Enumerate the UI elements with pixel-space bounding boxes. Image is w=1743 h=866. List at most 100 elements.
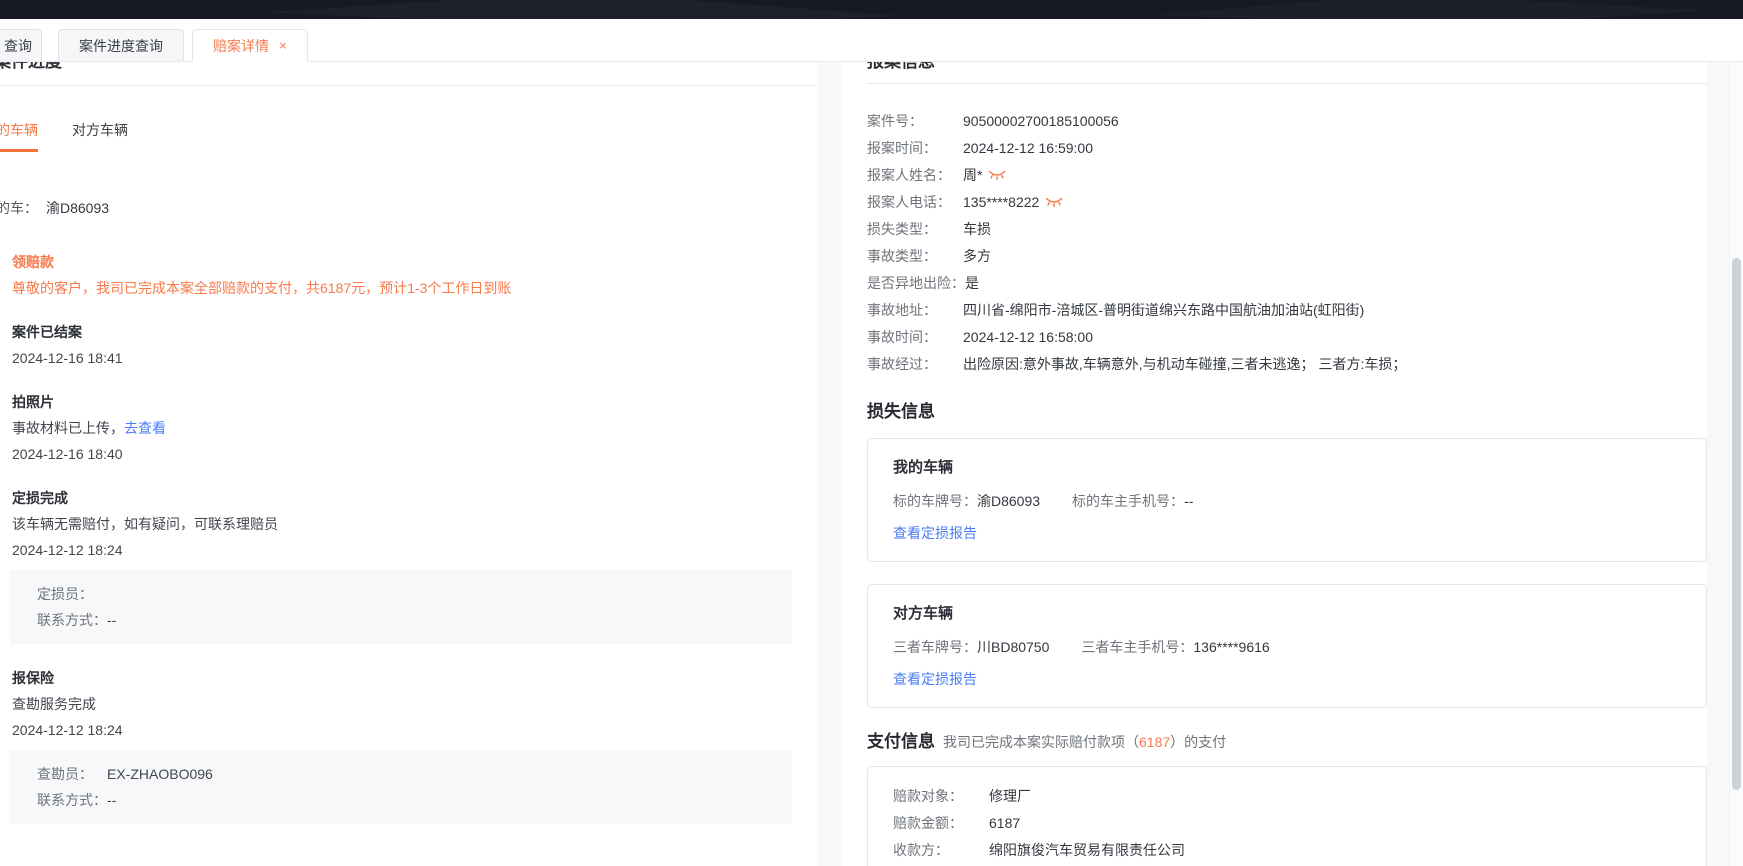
case-info-row: 事故地址：四川省-绵阳市-涪城区-普明街道绵兴东路中国航油加油站(虹阳街) xyxy=(867,297,1707,324)
card-title: 对方车辆 xyxy=(893,603,1684,625)
go-view-link[interactable]: 去查看 xyxy=(124,420,166,436)
timeline-item: 领赔款尊敬的客户，我司已完成本案全部赔款的支付，共6187元，预计1-3个工作日… xyxy=(12,252,818,298)
timeline-item-title: 领赔款 xyxy=(12,252,818,272)
timeline-item-time: 2024-12-16 18:40 xyxy=(12,444,818,464)
banner-decor-shape xyxy=(1150,0,1710,19)
timeline-item-title: 报保险 xyxy=(12,668,818,688)
payment-info-heading: 支付信息我司已完成本案实际赔付款项（6187）的支付 xyxy=(867,730,1707,754)
case-info-row: 事故时间：2024-12-12 16:58:00 xyxy=(867,324,1707,351)
case-info-value: 90500002700185100056 xyxy=(963,113,1119,129)
case-info-row: 报案人姓名：周* xyxy=(867,162,1707,189)
loss-info-title: 损失信息 xyxy=(867,402,935,421)
vehicle-tab-other[interactable]: 对方车辆 xyxy=(72,114,128,152)
detail-box-row: 联系方式：-- xyxy=(37,790,792,810)
case-info-value: 135****8222 xyxy=(963,194,1039,210)
progress-timeline: 领赔款尊敬的客户，我司已完成本案全部赔款的支付，共6187元，预计1-3个工作日… xyxy=(0,252,818,824)
card-field: 三者车牌号：川BD80750 xyxy=(893,639,1049,655)
case-info-label: 损失类型： xyxy=(867,216,963,243)
tab-case-progress[interactable]: 案件进度查询 xyxy=(58,29,184,61)
tab-case-detail[interactable]: 赔案详情× xyxy=(192,29,308,62)
payment-row-value: 6187 xyxy=(989,815,1020,831)
payment-info-subtitle: 我司已完成本案实际赔付款项（6187）的支付 xyxy=(943,734,1226,750)
case-info-row: 报案人电话：135****8222 xyxy=(867,189,1707,216)
vertical-scrollbar[interactable] xyxy=(1729,62,1743,866)
case-info-row: 事故经过：出险原因:意外事故,车辆意外,与机动车碰撞,三者未逃逸； 三者方:车损… xyxy=(867,351,1707,378)
left-panel-header: 案件进度 xyxy=(0,62,818,86)
detail-box-value: -- xyxy=(107,612,116,628)
case-info-value: 是 xyxy=(965,275,979,291)
card-field-value: 渝D86093 xyxy=(977,493,1040,509)
case-detail-panel: 报案信息 案件号：90500002700185100056报案时间：2024-1… xyxy=(842,62,1707,866)
timeline-item-detail-box: 查勘员：EX-ZHAOBO096联系方式：-- xyxy=(10,750,792,824)
case-progress-panel: 案件进度 标的车辆对方车辆 标的车： 渝D86093 领赔款尊敬的客户，我司已完成… xyxy=(0,62,818,866)
card-field: 标的车主手机号：-- xyxy=(1072,493,1193,509)
subject-vehicle-line: 标的车： 渝D86093 xyxy=(0,198,818,218)
other-vehicle-card: 对方车辆三者车牌号：川BD80750 三者车主手机号：136****9616 查看定… xyxy=(867,584,1707,708)
subject-vehicle-label: 标的车： xyxy=(0,200,38,216)
payment-row-label: 赔款对象： xyxy=(893,783,989,810)
payment-row-label: 赔款金额： xyxy=(893,810,989,837)
payment-row-label: 收款方： xyxy=(893,837,989,864)
case-info-label: 事故经过： xyxy=(867,351,963,378)
card-field: 标的车牌号：渝D86093 xyxy=(893,493,1040,509)
case-info-label: 事故类型： xyxy=(867,243,963,270)
view-loss-report-link[interactable]: 查看定损报告 xyxy=(893,523,977,543)
timeline-item: 定损完成该车辆无需赔付，如有疑问，可联系理赔员2024-12-12 18:24定… xyxy=(12,488,818,644)
payment-subtitle-prefix: 我司已完成本案实际赔付款项（ xyxy=(943,734,1139,750)
card-field: 三者车主手机号：136****9616 xyxy=(1081,639,1269,655)
case-info-label: 报案人电话： xyxy=(867,189,963,216)
card-fields: 标的车牌号：渝D86093 标的车主手机号：-- xyxy=(893,491,1684,511)
case-info-rows: 案件号：90500002700185100056报案时间：2024-12-12 … xyxy=(867,108,1707,378)
case-info-row: 案件号：90500002700185100056 xyxy=(867,108,1707,135)
timeline-item-title: 拍照片 xyxy=(12,392,818,412)
tab-bar: 查询 案件进度查询 赔案详情× xyxy=(0,19,1743,62)
case-info-row: 事故类型：多方 xyxy=(867,243,1707,270)
card-field-value: 136****9616 xyxy=(1193,639,1269,655)
case-info-row: 报案时间：2024-12-12 16:59:00 xyxy=(867,135,1707,162)
payment-card: 赔款对象：修理厂赔款金额：6187收款方：绵阳旗俊汽车贸易有限责任公司收款账户：… xyxy=(867,766,1707,866)
subject-vehicle-plate: 渝D86093 xyxy=(46,200,109,216)
panel-gutter xyxy=(818,62,842,866)
right-panel-header: 报案信息 xyxy=(867,62,1707,84)
scrollbar-thumb[interactable] xyxy=(1732,258,1741,790)
case-info-value: 车损 xyxy=(963,221,991,237)
panel-gutter xyxy=(1707,62,1729,866)
close-icon[interactable]: × xyxy=(279,39,287,52)
banner-decor-shape xyxy=(260,0,900,19)
detail-box-row: 定损员： xyxy=(37,584,792,604)
vehicle-tabs: 标的车辆对方车辆 xyxy=(0,114,818,152)
loss-info-heading: 损失信息 xyxy=(867,400,1707,424)
payment-info-title: 支付信息 xyxy=(867,732,935,751)
card-title: 我的车辆 xyxy=(893,457,1684,479)
eye-invisible-icon[interactable] xyxy=(988,163,1006,190)
payment-subtitle-suffix: ）的支付 xyxy=(1170,734,1226,750)
case-info-row: 损失类型：车损 xyxy=(867,216,1707,243)
case-info-label: 事故地址： xyxy=(867,297,963,324)
card-field-label: 标的车牌号： xyxy=(893,493,977,509)
payment-amount: 6187 xyxy=(1139,734,1170,750)
timeline-item: 案件已结案2024-12-16 18:41 xyxy=(12,322,818,368)
detail-box-value: -- xyxy=(107,792,116,808)
timeline-item: 拍照片事故材料已上传，去查看2024-12-16 18:40 xyxy=(12,392,818,464)
timeline-item: 报保险查勘服务完成2024-12-12 18:24查勘员：EX-ZHAOBO09… xyxy=(12,668,818,824)
detail-box-row: 联系方式：-- xyxy=(37,610,792,630)
case-info-label: 案件号： xyxy=(867,108,963,135)
loss-info-cards: 我的车辆标的车牌号：渝D86093标的车主手机号：--查看定损报告对方车辆三者车… xyxy=(867,438,1707,708)
detail-box-label: 联系方式： xyxy=(37,790,107,810)
tab-query[interactable]: 查询 xyxy=(0,29,42,61)
right-panel-clipped-heading: 报案信息 xyxy=(867,62,935,74)
eye-invisible-icon[interactable] xyxy=(1045,190,1063,217)
payment-row: 赔款对象：修理厂 xyxy=(893,783,1684,810)
payment-row-value: 修理厂 xyxy=(989,788,1031,804)
tab-label: 案件进度查询 xyxy=(79,36,163,56)
case-info-value: 2024-12-12 16:59:00 xyxy=(963,140,1093,156)
case-info-label: 报案时间： xyxy=(867,135,963,162)
card-field-value: 川BD80750 xyxy=(977,639,1049,655)
card-field-label: 三者车牌号： xyxy=(893,639,977,655)
vehicle-tab-subject[interactable]: 标的车辆 xyxy=(0,114,38,152)
card-field-value: -- xyxy=(1184,493,1193,509)
timeline-item-desc: 尊敬的客户，我司已完成本案全部赔款的支付，共6187元，预计1-3个工作日到账 xyxy=(12,278,818,298)
case-info-label: 报案人姓名： xyxy=(867,162,963,189)
view-loss-report-link[interactable]: 查看定损报告 xyxy=(893,669,977,689)
card-fields: 三者车牌号：川BD80750 三者车主手机号：136****9616 xyxy=(893,637,1684,657)
